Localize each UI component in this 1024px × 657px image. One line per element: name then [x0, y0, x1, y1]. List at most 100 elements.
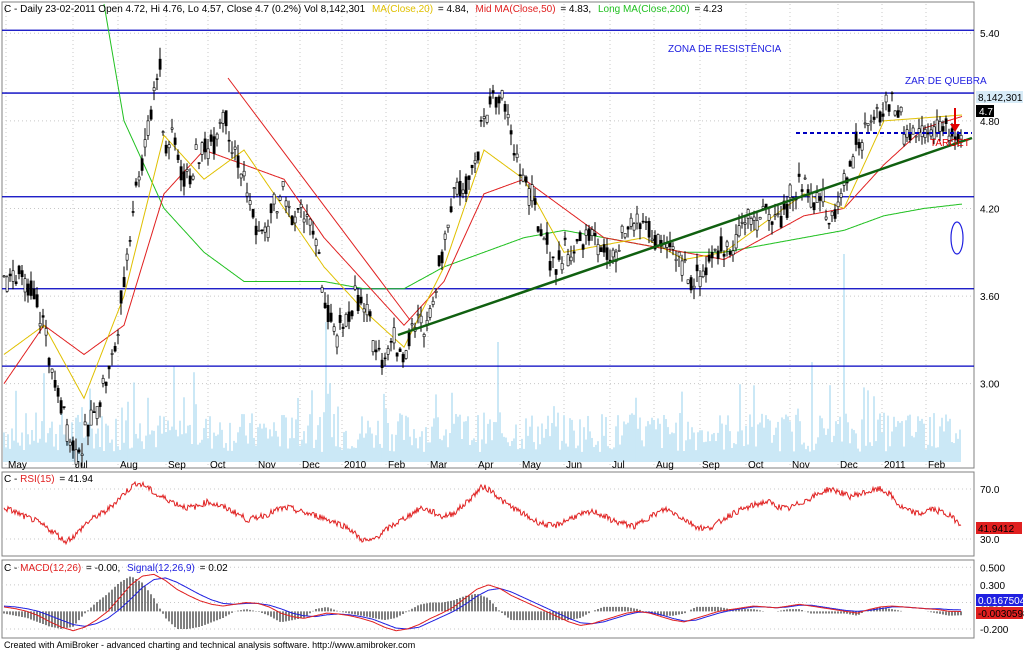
- candle-body: [344, 313, 348, 327]
- candle-body: [611, 249, 615, 258]
- price-header-prefix: C - Daily 23-02-2011 Open 4.72, Hi 4.76,…: [4, 4, 366, 15]
- candle-body: [83, 421, 87, 426]
- candle-body: [509, 130, 513, 135]
- candle-body: [350, 310, 354, 317]
- candle-body: [650, 238, 654, 241]
- candle-body: [758, 217, 762, 220]
- candle-body: [173, 137, 177, 145]
- long-ma-legend: Long MA(Close,200): [598, 4, 690, 15]
- candle-body: [41, 315, 45, 318]
- candle-body: [506, 114, 510, 119]
- candle-body: [158, 58, 162, 70]
- candle-body: [371, 340, 375, 353]
- candle-body: [314, 239, 318, 247]
- candle-body: [458, 180, 462, 197]
- candle-body: [95, 406, 99, 419]
- candle-body: [374, 349, 378, 353]
- candle-body: [773, 214, 777, 217]
- candle-body: [680, 260, 684, 276]
- candle-body: [47, 357, 51, 366]
- candle-body: [230, 152, 234, 154]
- candle-body: [587, 228, 591, 241]
- candle-body: [806, 189, 810, 194]
- candle-body: [599, 247, 603, 253]
- candle-body: [167, 144, 171, 149]
- candle-body: [731, 250, 735, 256]
- candle-body: [386, 348, 390, 355]
- candle-body: [410, 323, 414, 326]
- candle-body: [803, 177, 807, 180]
- macd-y-tick-label: -0.200: [980, 625, 1009, 636]
- candle-body: [641, 220, 645, 223]
- rsi-legend: RSI(15): [20, 474, 54, 485]
- candle-body: [545, 232, 549, 245]
- candle-body: [77, 449, 81, 453]
- candle-body: [266, 225, 270, 238]
- candle-body: [686, 279, 690, 284]
- candle-body: [734, 234, 738, 249]
- price-y-tick-label: 5.40: [980, 29, 1000, 40]
- candle-body: [824, 216, 828, 220]
- candle-body: [551, 256, 555, 259]
- candle-body: [467, 175, 471, 180]
- candle-body: [683, 259, 687, 262]
- candle-body: [737, 225, 741, 237]
- candle-body: [26, 283, 30, 296]
- candle-body: [152, 87, 156, 91]
- date-x-tick-label: Sep: [702, 460, 720, 471]
- candle-body: [35, 294, 39, 308]
- candle-body: [563, 237, 567, 240]
- candle-body: [875, 107, 879, 109]
- candle-body: [713, 248, 717, 251]
- candle-body: [440, 251, 444, 264]
- candle-body: [626, 226, 630, 230]
- candle-body: [113, 346, 117, 352]
- rsi-value-label: 41.9412: [978, 524, 1015, 535]
- candle-body: [728, 250, 732, 255]
- candle-body: [437, 255, 441, 266]
- date-x-tick-label: Sep: [168, 460, 186, 471]
- candle-body: [482, 116, 486, 119]
- candle-body: [914, 135, 918, 138]
- candle-body: [449, 206, 453, 213]
- candle-body: [272, 193, 276, 205]
- candle-body: [299, 203, 303, 208]
- candle-body: [251, 208, 255, 218]
- date-x-tick-label: Feb: [928, 460, 946, 471]
- macd-legend: MACD(12,26): [20, 563, 81, 574]
- candle-body: [602, 244, 606, 253]
- short-ma-legend: MA(Close,20): [372, 4, 433, 15]
- candle-body: [164, 144, 168, 154]
- candle-body: [866, 123, 870, 126]
- candle-body: [881, 113, 885, 117]
- candle-body: [161, 131, 165, 133]
- candle-body: [233, 146, 237, 150]
- candle-body: [749, 218, 753, 225]
- candle-body: [383, 357, 387, 360]
- candle-body: [305, 214, 309, 217]
- candle-body: [101, 378, 105, 384]
- candle-body: [119, 290, 123, 304]
- candle-body: [137, 176, 141, 181]
- candle-body: [419, 315, 423, 324]
- candle-body: [941, 126, 945, 132]
- candle-body: [287, 205, 291, 208]
- candle-body: [698, 276, 702, 287]
- candle-body: [812, 202, 816, 211]
- candle-body: [404, 350, 408, 359]
- price-y-tick-label: 3.00: [980, 380, 1000, 391]
- candle-body: [497, 96, 501, 104]
- resistance-annotation: ZONA DE RESISTÊNCIA: [668, 42, 782, 55]
- candle-body: [479, 120, 483, 122]
- candle-body: [605, 247, 609, 260]
- candle-body: [596, 244, 600, 256]
- candle-body: [203, 138, 207, 153]
- candle-body: [17, 265, 21, 275]
- candle-body: [296, 207, 300, 210]
- candle-body: [191, 175, 195, 180]
- chart-stage: ZONA DE RESISTÊNCIA ZAR DE QUEBRA TARGET…: [0, 0, 1024, 652]
- candle-body: [224, 110, 228, 127]
- candle-body: [476, 151, 480, 161]
- candle-body: [500, 90, 504, 99]
- candle-body: [554, 269, 558, 275]
